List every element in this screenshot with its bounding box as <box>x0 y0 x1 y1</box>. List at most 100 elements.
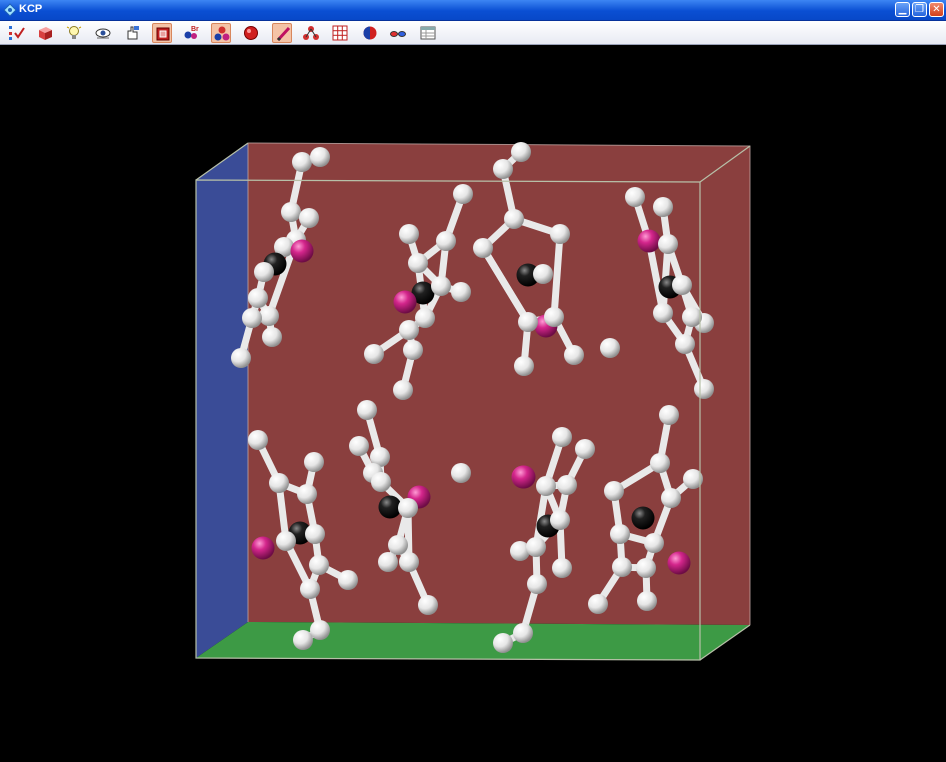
carbon-atom[interactable] <box>636 558 656 578</box>
carbon-atom[interactable] <box>408 253 428 273</box>
bromine-atoms-button[interactable]: Br <box>181 23 201 43</box>
carbon-atom[interactable] <box>637 591 657 611</box>
carbon-atom[interactable] <box>300 579 320 599</box>
carbon-atom[interactable] <box>297 484 317 504</box>
carbon-atom[interactable] <box>378 552 398 572</box>
measure-button[interactable] <box>122 23 142 43</box>
crystal-cell-button[interactable] <box>35 23 55 43</box>
carbon-atom[interactable] <box>403 340 423 360</box>
carbon-atom[interactable] <box>513 623 533 643</box>
carbon-atom[interactable] <box>371 472 391 492</box>
sphere-button[interactable] <box>360 23 380 43</box>
carbon-atom[interactable] <box>550 510 570 530</box>
carbon-atom[interactable] <box>436 231 456 251</box>
carbon-atom[interactable] <box>557 475 577 495</box>
carbon-atom[interactable] <box>276 531 296 551</box>
carbon-atom[interactable] <box>262 327 282 347</box>
carbon-atom[interactable] <box>575 439 595 459</box>
3d-viewport[interactable] <box>0 45 946 758</box>
carbon-atom[interactable] <box>349 436 369 456</box>
carbon-atom[interactable] <box>493 159 513 179</box>
carbon-atom[interactable] <box>248 288 268 308</box>
carbon-atom[interactable] <box>259 306 279 326</box>
carbon-atom[interactable] <box>493 633 513 653</box>
unit-cell-button[interactable] <box>152 23 172 43</box>
carbon-atom[interactable] <box>231 348 251 368</box>
stereo-glasses-button[interactable] <box>388 23 408 43</box>
carbon-atom[interactable] <box>299 208 319 228</box>
carbon-atom[interactable] <box>600 338 620 358</box>
carbon-atom[interactable] <box>399 320 419 340</box>
carbon-atom[interactable] <box>694 379 714 399</box>
carbon-atom[interactable] <box>527 574 547 594</box>
halide-atom[interactable] <box>637 229 661 253</box>
carbon-atom[interactable] <box>310 620 330 640</box>
carbon-atom[interactable] <box>661 488 681 508</box>
carbon-atom[interactable] <box>511 142 531 162</box>
carbon-atom[interactable] <box>364 344 384 364</box>
carbon-atom[interactable] <box>451 463 471 483</box>
carbon-atom[interactable] <box>473 238 493 258</box>
carbon-atom[interactable] <box>550 224 570 244</box>
carbon-atom[interactable] <box>242 308 262 328</box>
carbon-atom[interactable] <box>604 481 624 501</box>
atoms-button[interactable] <box>211 23 231 43</box>
view-button[interactable] <box>93 23 113 43</box>
metal-atom[interactable] <box>378 495 402 519</box>
carbon-atom[interactable] <box>653 303 673 323</box>
metal-atom[interactable] <box>631 506 655 530</box>
carbon-atom[interactable] <box>418 595 438 615</box>
carbon-atom[interactable] <box>304 452 324 472</box>
carbon-atom[interactable] <box>659 405 679 425</box>
halide-atom[interactable] <box>251 536 275 560</box>
lighting-button[interactable] <box>64 23 84 43</box>
select-check-button[interactable] <box>6 23 26 43</box>
table-button[interactable] <box>418 23 438 43</box>
carbon-atom[interactable] <box>504 209 524 229</box>
carbon-atom[interactable] <box>269 473 289 493</box>
carbon-atom[interactable] <box>305 524 325 544</box>
carbon-atom[interactable] <box>388 535 408 555</box>
carbon-atom[interactable] <box>588 594 608 614</box>
carbon-atom[interactable] <box>518 312 538 332</box>
carbon-atom[interactable] <box>536 476 556 496</box>
carbon-atom[interactable] <box>254 262 274 282</box>
carbon-atom[interactable] <box>564 345 584 365</box>
carbon-atom[interactable] <box>612 557 632 577</box>
carbon-atom[interactable] <box>338 570 358 590</box>
carbon-atom[interactable] <box>415 308 435 328</box>
carbon-atom[interactable] <box>552 427 572 447</box>
molecule-button[interactable] <box>301 23 321 43</box>
carbon-atom[interactable] <box>398 498 418 518</box>
maximize-button[interactable]: ❐ <box>912 2 927 17</box>
minimize-button[interactable]: ▁ <box>895 2 910 17</box>
halide-atom[interactable] <box>290 239 314 263</box>
carbon-atom[interactable] <box>399 224 419 244</box>
carbon-atom[interactable] <box>451 282 471 302</box>
carbon-atom[interactable] <box>650 453 670 473</box>
carbon-atom[interactable] <box>682 307 702 327</box>
carbon-atom[interactable] <box>610 524 630 544</box>
carbon-atom[interactable] <box>431 276 451 296</box>
close-button[interactable]: ✕ <box>929 2 944 17</box>
carbon-atom[interactable] <box>453 184 473 204</box>
carbon-atom[interactable] <box>248 430 268 450</box>
carbon-atom[interactable] <box>309 555 329 575</box>
carbon-atom[interactable] <box>675 334 695 354</box>
carbon-atom[interactable] <box>514 356 534 376</box>
halide-atom[interactable] <box>393 290 417 314</box>
polyhedra-button[interactable] <box>241 23 261 43</box>
carbon-atom[interactable] <box>310 147 330 167</box>
carbon-atom[interactable] <box>552 558 572 578</box>
carbon-atom[interactable] <box>672 275 692 295</box>
carbon-atom[interactable] <box>658 234 678 254</box>
bonds-button[interactable] <box>272 23 292 43</box>
carbon-atom[interactable] <box>357 400 377 420</box>
lattice-grid-button[interactable] <box>330 23 350 43</box>
carbon-atom[interactable] <box>393 380 413 400</box>
carbon-atom[interactable] <box>544 307 564 327</box>
carbon-atom[interactable] <box>293 630 313 650</box>
carbon-atom[interactable] <box>653 197 673 217</box>
carbon-atom[interactable] <box>644 533 664 553</box>
carbon-atom[interactable] <box>625 187 645 207</box>
